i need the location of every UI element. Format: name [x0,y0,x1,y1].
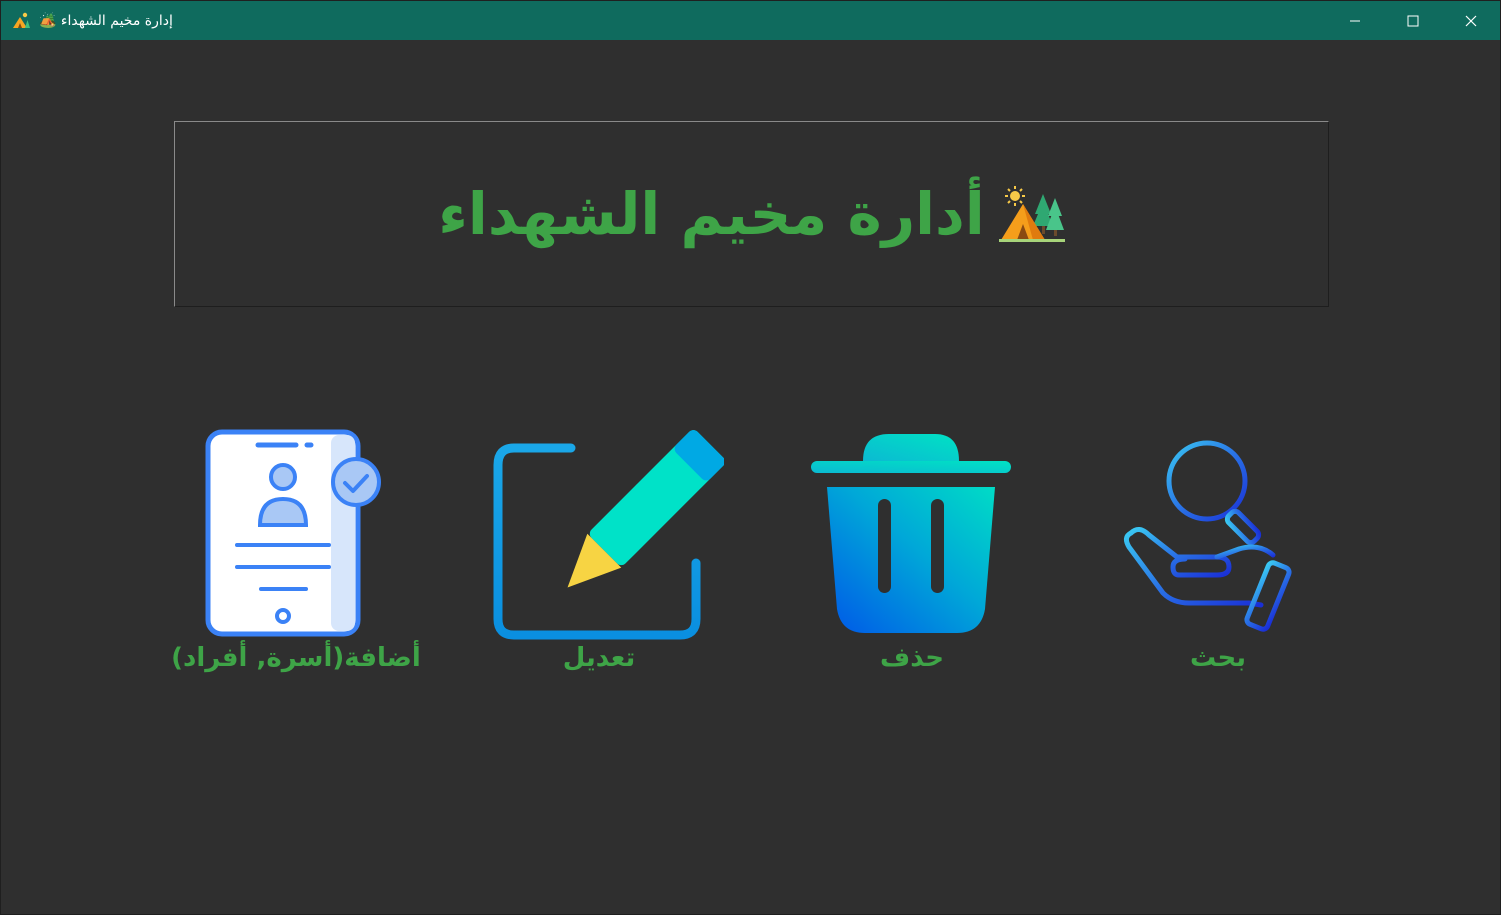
close-button[interactable] [1442,1,1500,40]
app-window: إدارة مخيم الشهداء 🏕️ أدارة مخيم الشهداء [0,0,1501,915]
title-bar[interactable]: إدارة مخيم الشهداء 🏕️ [1,1,1500,40]
search-hand-icon [1123,440,1292,632]
user-profile-document-icon [205,429,381,637]
camping-tent-icon [998,186,1065,242]
edit-pencil-icon [493,430,724,640]
add-family-label: أضافة(أسرة, أفراد) [171,643,421,673]
edit-button[interactable]: تعديل [474,421,724,691]
close-icon [1465,15,1477,26]
add-family-button[interactable]: أضافة(أسرة, أفراد) [171,421,421,691]
header-panel: أدارة مخيم الشهداء [174,121,1329,307]
search-button[interactable]: بحث [1093,421,1343,691]
window-title: إدارة مخيم الشهداء 🏕️ [39,13,173,29]
maximize-button[interactable] [1384,1,1442,40]
maximize-icon [1407,15,1419,26]
search-label: بحث [1189,643,1247,673]
trash-icon [811,434,1011,633]
delete-button[interactable]: حذف [787,421,1037,691]
minimize-icon [1350,20,1360,21]
camping-tent-icon [13,12,30,28]
edit-label: تعديل [562,643,636,673]
minimize-button[interactable] [1326,1,1384,40]
delete-label: حذف [880,643,944,673]
page-title: أدارة مخيم الشهداء [438,180,985,248]
